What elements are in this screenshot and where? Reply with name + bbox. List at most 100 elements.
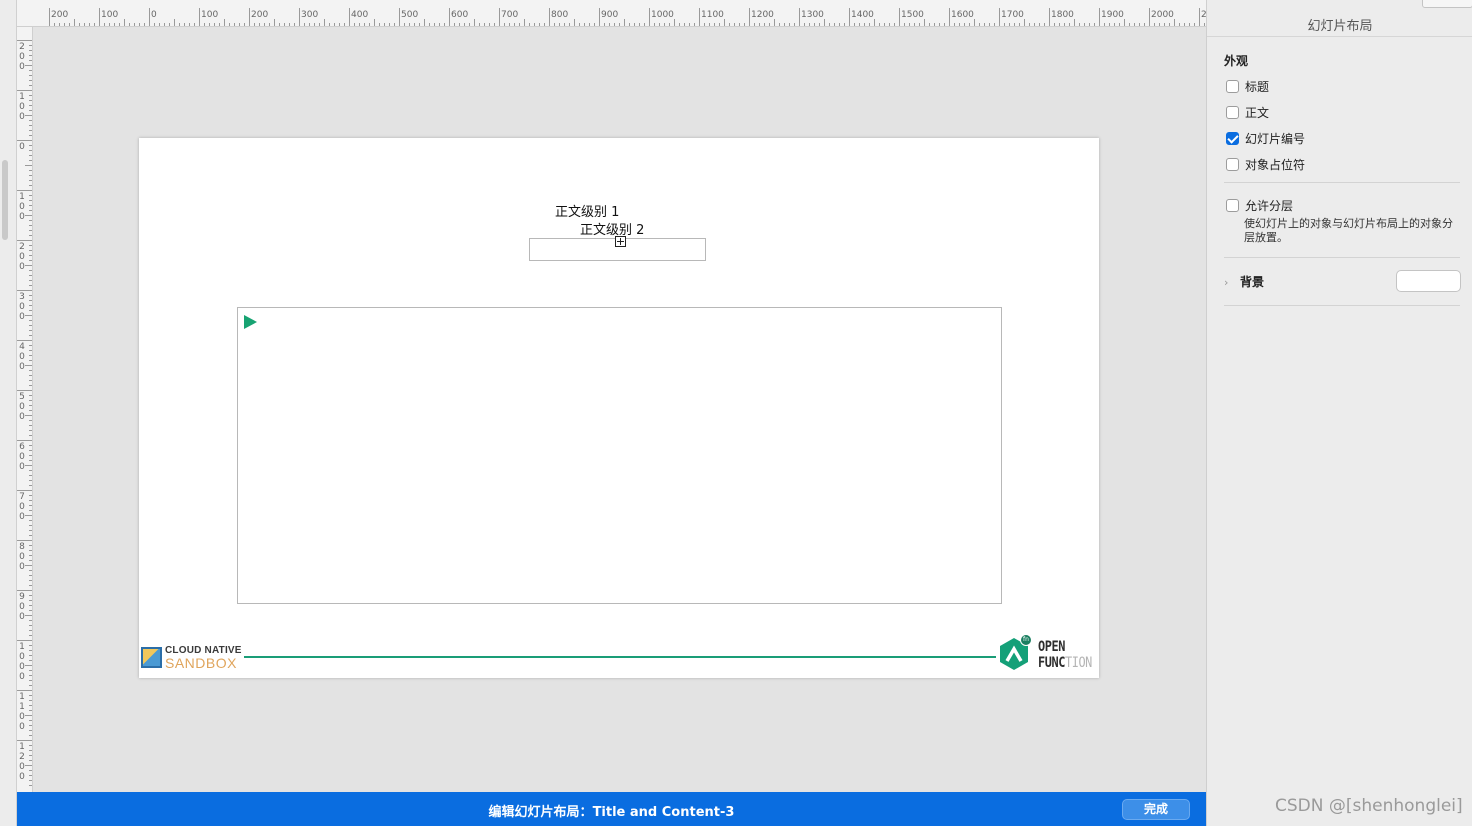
- ruler-label-char: 3: [19, 292, 25, 302]
- ruler-minor-tick: [209, 23, 210, 26]
- chevron-right-icon[interactable]: ›: [1224, 276, 1228, 289]
- background-row[interactable]: › 背景: [1224, 270, 1461, 292]
- ruler-minor-tick: [114, 23, 115, 26]
- ruler-minor-tick: [29, 145, 32, 146]
- ruler-minor-tick: [719, 23, 720, 26]
- ruler-minor-tick: [884, 23, 885, 26]
- allow-layering-checkbox[interactable]: [1226, 198, 1239, 212]
- title-checkbox[interactable]: [1226, 79, 1239, 93]
- ruler-minor-tick: [25, 715, 32, 716]
- ruler-minor-tick: [29, 355, 32, 356]
- ruler-minor-tick: [29, 720, 32, 721]
- ruler-minor-tick: [659, 23, 660, 26]
- ruler-label: 700: [501, 10, 519, 20]
- ruler-minor-tick: [594, 23, 595, 26]
- ruler-minor-tick: [739, 23, 740, 26]
- option-object-placeholder-row[interactable]: 对象占位符: [1226, 156, 1305, 172]
- object-placeholder-checkbox[interactable]: [1226, 157, 1239, 171]
- ruler-minor-tick: [29, 110, 32, 111]
- ruler-minor-tick: [744, 23, 745, 26]
- slide-number-checkbox[interactable]: [1226, 131, 1239, 145]
- ruler-major-tick: [649, 8, 650, 26]
- option-body-row[interactable]: 正文: [1226, 104, 1269, 120]
- ruler-minor-tick: [1094, 23, 1095, 26]
- ruler-minor-tick: [419, 23, 420, 26]
- ruler-minor-tick: [29, 150, 32, 151]
- ruler-minor-tick: [29, 80, 32, 81]
- ruler-minor-tick: [29, 625, 32, 626]
- ruler-minor-tick: [489, 23, 490, 26]
- ruler-major-tick: [17, 540, 32, 541]
- option-slide-number-row[interactable]: 幻灯片编号: [1226, 130, 1305, 146]
- ruler-minor-tick: [974, 19, 975, 26]
- option-title-row[interactable]: 标题: [1226, 78, 1269, 94]
- ruler-minor-tick: [69, 23, 70, 26]
- ruler-minor-tick: [25, 315, 32, 316]
- done-button[interactable]: 完成: [1122, 799, 1190, 820]
- ruler-minor-tick: [29, 175, 32, 176]
- ruler-minor-tick: [29, 695, 32, 696]
- ruler-major-tick: [17, 40, 32, 41]
- ruler-minor-tick: [569, 23, 570, 26]
- layout-edit-bar: 编辑幻灯片布局：Title and Content-3 完成: [17, 792, 1206, 826]
- ruler-minor-tick: [854, 23, 855, 26]
- ruler-minor-tick: [29, 280, 32, 281]
- body-level-1-text[interactable]: 正文级别 1: [555, 201, 619, 220]
- ruler-minor-tick: [29, 320, 32, 321]
- ruler-minor-tick: [329, 23, 330, 26]
- ruler-minor-tick: [29, 430, 32, 431]
- sidebar-resize-handle[interactable]: [2, 160, 8, 240]
- ruler-minor-tick: [834, 23, 835, 26]
- ruler-minor-tick: [29, 370, 32, 371]
- text-placeholder-box[interactable]: [529, 236, 706, 261]
- ruler-minor-tick: [29, 680, 32, 681]
- ruler-minor-tick: [119, 23, 120, 26]
- ruler-minor-tick: [789, 23, 790, 26]
- ruler-minor-tick: [874, 19, 875, 26]
- ruler-minor-tick: [29, 435, 32, 436]
- ruler-minor-tick: [809, 23, 810, 26]
- ruler-label-char: 2: [19, 42, 25, 52]
- ruler-minor-tick: [29, 400, 32, 401]
- sandbox-logo-icon: [141, 647, 162, 668]
- ruler-label: 2000: [1151, 10, 1174, 20]
- ruler-minor-tick: [29, 480, 32, 481]
- body-checkbox[interactable]: [1226, 105, 1239, 119]
- option-layering-row[interactable]: 允许分层: [1226, 197, 1293, 213]
- ruler-major-tick: [17, 390, 32, 391]
- object-placeholder[interactable]: [237, 307, 1002, 604]
- ruler-minor-tick: [294, 23, 295, 26]
- body-level-2-text[interactable]: 正文级别 2: [580, 219, 644, 238]
- ruler-minor-tick: [29, 205, 32, 206]
- ruler-minor-tick: [29, 595, 32, 596]
- panel-top-control[interactable]: [1422, 0, 1472, 8]
- background-color-well[interactable]: [1396, 270, 1461, 292]
- ruler-minor-tick: [164, 23, 165, 26]
- ruler-minor-tick: [1084, 23, 1085, 26]
- ruler-major-tick: [249, 8, 250, 26]
- ruler-label: 200: [51, 10, 69, 20]
- ruler-minor-tick: [784, 23, 785, 26]
- ruler-minor-tick: [844, 23, 845, 26]
- ruler-minor-tick: [25, 115, 32, 116]
- ruler-minor-tick: [634, 23, 635, 26]
- ruler-minor-tick: [29, 275, 32, 276]
- ruler-label-char: 1: [19, 702, 25, 712]
- ruler-minor-tick: [354, 23, 355, 26]
- ruler-minor-tick: [29, 610, 32, 611]
- ruler-major-tick: [849, 8, 850, 26]
- ruler-major-tick: [549, 8, 550, 26]
- ruler-minor-tick: [879, 23, 880, 26]
- ruler-major-tick: [17, 690, 32, 691]
- add-placeholder-icon[interactable]: [615, 236, 626, 247]
- ruler-major-tick: [49, 8, 50, 26]
- ruler-minor-tick: [179, 23, 180, 26]
- ruler-minor-tick: [414, 23, 415, 26]
- ruler-minor-tick: [589, 23, 590, 26]
- ruler-minor-tick: [194, 23, 195, 26]
- ruler-minor-tick: [694, 23, 695, 26]
- ruler-minor-tick: [29, 585, 32, 586]
- ruler-minor-tick: [479, 23, 480, 26]
- ruler-minor-tick: [29, 760, 32, 761]
- slide-layout-canvas[interactable]: 正文级别 1 正文级别 2 CLOUD NATIVE SANDBOX fn OP…: [139, 138, 1099, 678]
